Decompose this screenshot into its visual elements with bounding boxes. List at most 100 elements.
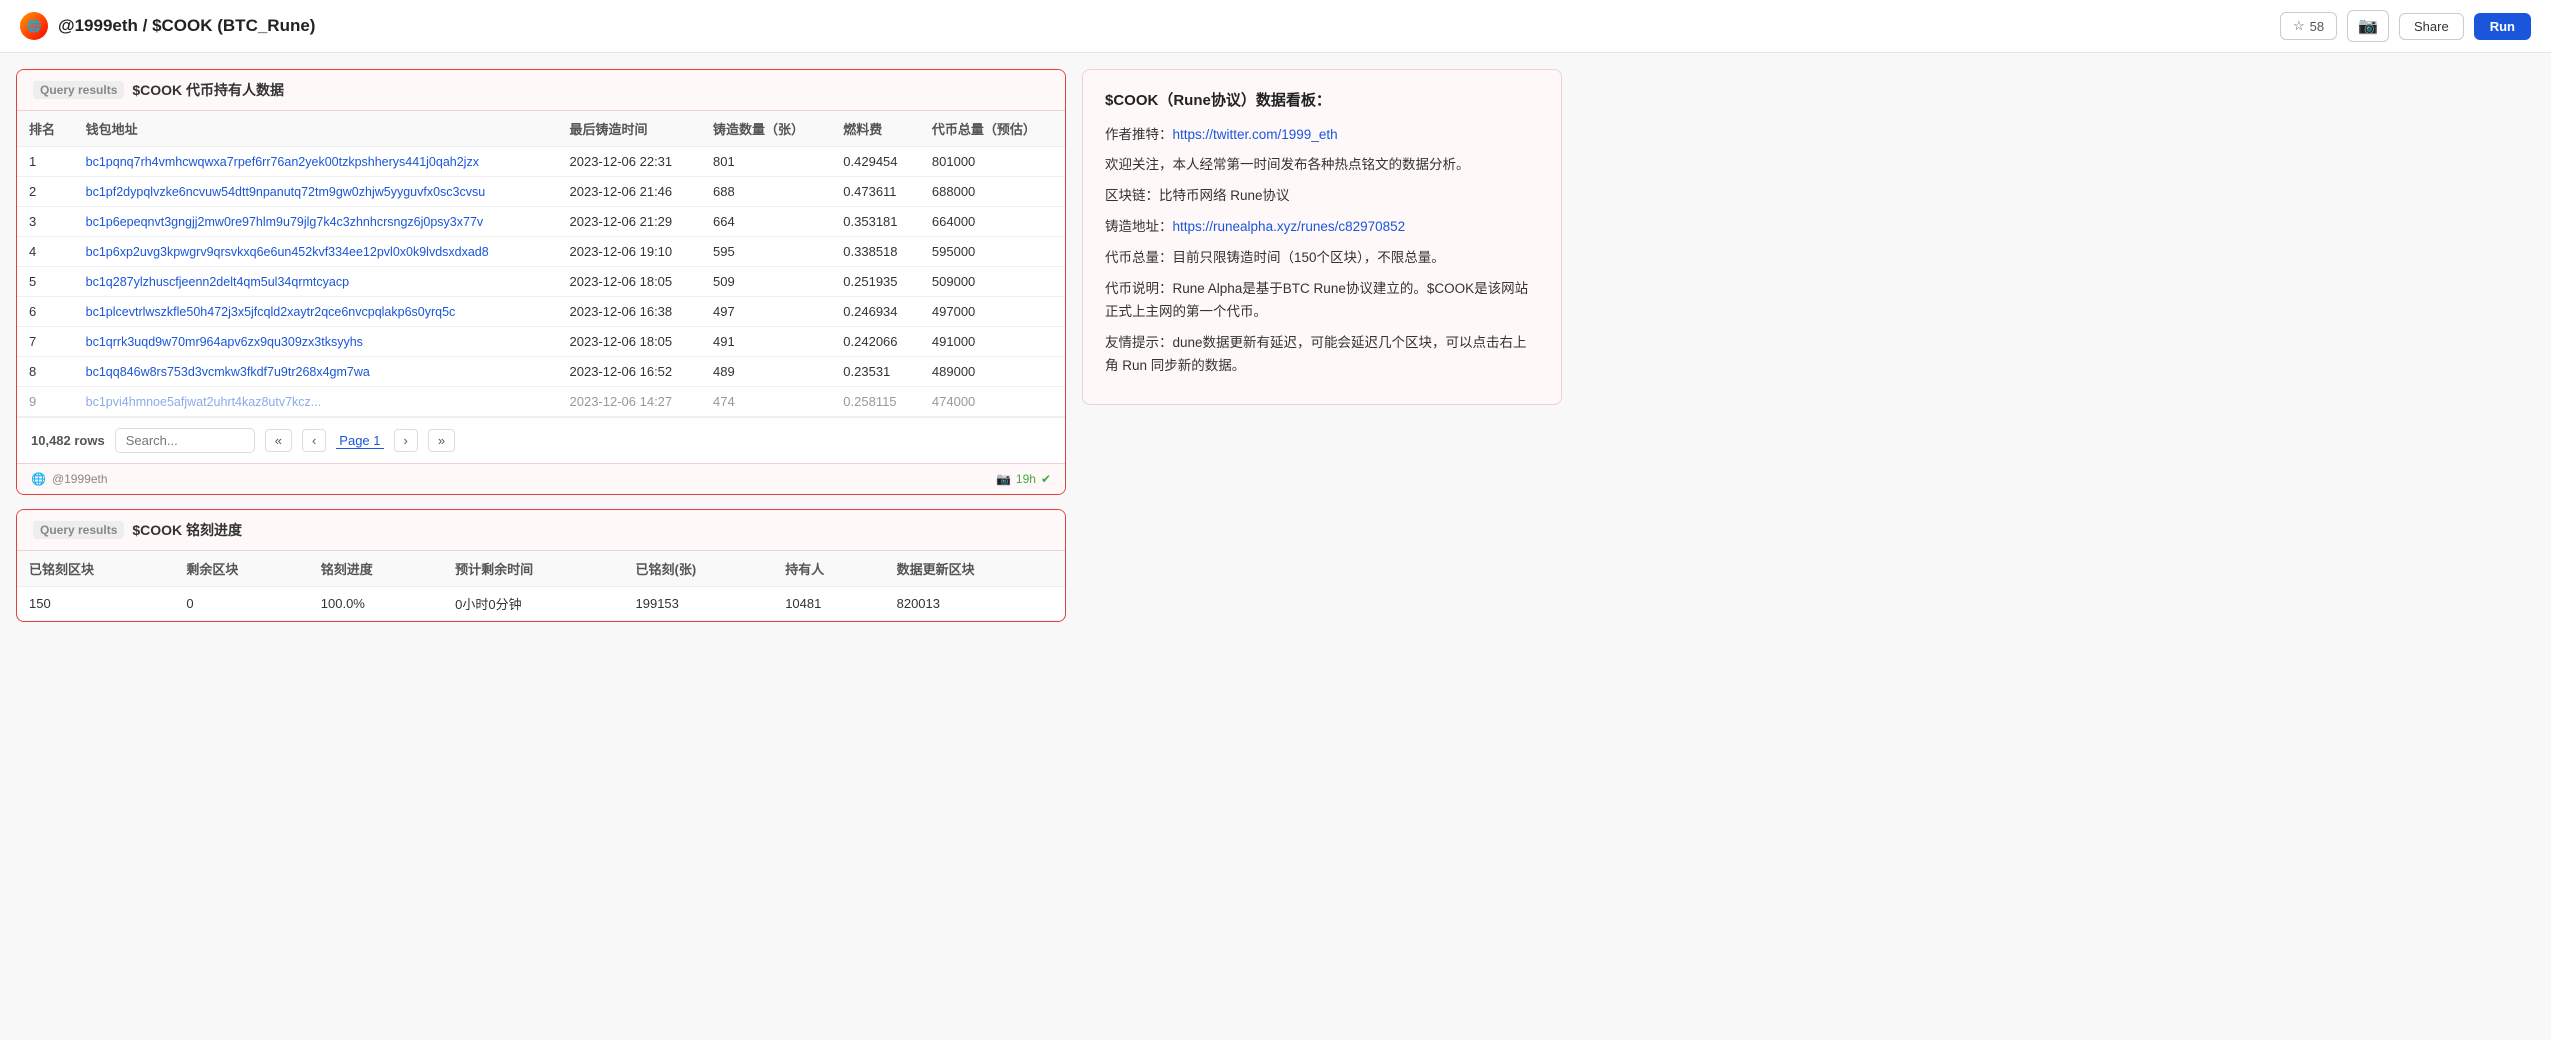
gas-cell: 0.258115 — [831, 387, 920, 417]
amount-cell: 491 — [701, 327, 831, 357]
time-cell: 2023-12-06 18:05 — [558, 327, 701, 357]
table-row: 6 bc1plcevtrlwszkfle50h472j3x5jfcqld2xay… — [17, 297, 1065, 327]
right-panel-line: 代币说明：Rune Alpha是基于BTC Rune协议建立的。$COOK是该网… — [1105, 278, 1539, 324]
time-ago: 19h — [1016, 472, 1036, 486]
wallet-cell[interactable]: bc1p6epeqnvt3gngjj2mw0re97hlm9u79jlg7k4c… — [74, 207, 558, 237]
holders-card-title: $COOK 代币持有人数据 — [132, 80, 284, 100]
wallet-link[interactable]: bc1qq846w8rs753d3vcmkw3fkdf7u9tr268x4gm7… — [86, 365, 370, 379]
right-panel-content: 作者推特：https://twitter.com/1999_eth欢迎关注，本人… — [1105, 124, 1539, 378]
wallet-cell[interactable]: bc1pqnq7rh4vmhcwqwxa7rpef6rr76an2yek00tz… — [74, 147, 558, 177]
page-label[interactable]: Page 1 — [336, 433, 383, 449]
panel-link[interactable]: https://runealpha.xyz/runes/c82970852 — [1173, 219, 1406, 234]
prev-page-button[interactable]: ‹ — [302, 429, 326, 452]
pcol-3: 铭刻进度 — [309, 551, 443, 587]
table-row: 2 bc1pf2dypqlvzke6ncvuw54dtt9npanutq72tm… — [17, 177, 1065, 207]
wallet-cell[interactable]: bc1plcevtrlwszkfle50h472j3x5jfcqld2xaytr… — [74, 297, 558, 327]
rank-cell: 5 — [17, 267, 74, 297]
col-time: 最后铸造时间 — [558, 111, 701, 147]
last-page-button[interactable]: » — [428, 429, 455, 452]
amount-cell: 595 — [701, 237, 831, 267]
left-panel: Query results $COOK 代币持有人数据 排名 钱包地址 最后铸造… — [16, 69, 1066, 622]
table-row: 1 bc1pqnq7rh4vmhcwqwxa7rpef6rr76an2yek00… — [17, 147, 1065, 177]
avatar: 🌐 — [20, 12, 48, 40]
total-cell: 688000 — [920, 177, 1065, 207]
p1-cell: 150 — [17, 587, 174, 621]
wallet-link[interactable]: bc1p6epeqnvt3gngjj2mw0re97hlm9u79jlg7k4c… — [86, 215, 484, 229]
wallet-cell[interactable]: bc1p6xp2uvg3kpwgrv9qrsvkxq6e6un452kvf334… — [74, 237, 558, 267]
time-cell: 2023-12-06 22:31 — [558, 147, 701, 177]
panel-link[interactable]: https://twitter.com/1999_eth — [1173, 127, 1338, 142]
right-panel: $COOK（Rune协议）数据看板： 作者推特：https://twitter.… — [1082, 69, 1562, 405]
wallet-cell[interactable]: bc1qq846w8rs753d3vcmkw3fkdf7u9tr268x4gm7… — [74, 357, 558, 387]
holders-table: 排名 钱包地址 最后铸造时间 铸造数量（张） 燃料费 代币总量（预估） 1 bc… — [17, 111, 1065, 417]
top-bar-left: 🌐 @1999eth / $COOK (BTC_Rune) — [20, 12, 315, 40]
holders-table-footer: 10,482 rows « ‹ Page 1 › » — [17, 417, 1065, 463]
pcol-1: 已铭刻区块 — [17, 551, 174, 587]
wallet-link[interactable]: bc1qrrk3uqd9w70mr964apv6zx9qu309zx3tksyy… — [86, 335, 363, 349]
col-total: 代币总量（预估） — [920, 111, 1065, 147]
amount-cell: 509 — [701, 267, 831, 297]
query-results-label-2: Query results — [33, 521, 124, 539]
rank-cell: 8 — [17, 357, 74, 387]
amount-cell: 497 — [701, 297, 831, 327]
table-row: 4 bc1p6xp2uvg3kpwgrv9qrsvkxq6e6un452kvf3… — [17, 237, 1065, 267]
gas-cell: 0.353181 — [831, 207, 920, 237]
amount-cell: 489 — [701, 357, 831, 387]
time-cell: 2023-12-06 14:27 — [558, 387, 701, 417]
next-page-button[interactable]: › — [394, 429, 418, 452]
rank-cell: 6 — [17, 297, 74, 327]
holders-card-meta: 🌐 @1999eth 📷 19h ✔ — [17, 463, 1065, 494]
camera-button[interactable]: 📷 — [2347, 10, 2389, 42]
col-amount: 铸造数量（张） — [701, 111, 831, 147]
camera-icon: 📷 — [2358, 18, 2378, 35]
p2-cell: 0 — [174, 587, 308, 621]
first-page-button[interactable]: « — [265, 429, 292, 452]
progress-card-title: $COOK 铭刻进度 — [132, 520, 242, 540]
top-bar-right: ☆ 58 📷 Share Run — [2280, 10, 2531, 42]
wallet-link[interactable]: bc1pvi4hmnoe5afjwat2uhrt4kaz8utv7kcz... — [86, 395, 322, 409]
star-count: 58 — [2310, 19, 2324, 34]
star-button[interactable]: ☆ 58 — [2280, 12, 2337, 40]
table-row: 7 bc1qrrk3uqd9w70mr964apv6zx9qu309zx3tks… — [17, 327, 1065, 357]
gas-cell: 0.473611 — [831, 177, 920, 207]
total-cell: 801000 — [920, 147, 1065, 177]
time-cell: 2023-12-06 16:52 — [558, 357, 701, 387]
right-panel-line: 区块链：比特币网络 Rune协议 — [1105, 185, 1539, 208]
pcol-5: 已铭刻(张) — [624, 551, 774, 587]
wallet-link[interactable]: bc1pf2dypqlvzke6ncvuw54dtt9npanutq72tm9g… — [86, 185, 486, 199]
rank-cell: 7 — [17, 327, 74, 357]
wallet-cell[interactable]: bc1pf2dypqlvzke6ncvuw54dtt9npanutq72tm9g… — [74, 177, 558, 207]
wallet-cell[interactable]: bc1pvi4hmnoe5afjwat2uhrt4kaz8utv7kcz... — [74, 387, 558, 417]
wallet-link[interactable]: bc1p6xp2uvg3kpwgrv9qrsvkxq6e6un452kvf334… — [86, 245, 489, 259]
holders-card: Query results $COOK 代币持有人数据 排名 钱包地址 最后铸造… — [16, 69, 1066, 495]
amount-cell: 688 — [701, 177, 831, 207]
search-input[interactable] — [115, 428, 255, 453]
pcol-2: 剩余区块 — [174, 551, 308, 587]
progress-card: Query results $COOK 铭刻进度 已铭刻区块 剩余区块 铭刻进度… — [16, 509, 1066, 622]
wallet-cell[interactable]: bc1qrrk3uqd9w70mr964apv6zx9qu309zx3tksyy… — [74, 327, 558, 357]
time-cell: 2023-12-06 21:46 — [558, 177, 701, 207]
author-avatar-icon: 🌐 — [31, 472, 46, 486]
col-rank: 排名 — [17, 111, 74, 147]
run-button[interactable]: Run — [2474, 13, 2531, 40]
wallet-cell[interactable]: bc1q287ylzhuscfjeenn2delt4qm5ul34qrmtcya… — [74, 267, 558, 297]
rank-cell: 1 — [17, 147, 74, 177]
total-cell: 491000 — [920, 327, 1065, 357]
amount-cell: 801 — [701, 147, 831, 177]
wallet-link[interactable]: bc1plcevtrlwszkfle50h472j3x5jfcqld2xaytr… — [86, 305, 456, 319]
progress-card-header: Query results $COOK 铭刻进度 — [17, 510, 1065, 551]
wallet-link[interactable]: bc1pqnq7rh4vmhcwqwxa7rpef6rr76an2yek00tz… — [86, 155, 479, 169]
share-button[interactable]: Share — [2399, 13, 2464, 40]
amount-cell: 474 — [701, 387, 831, 417]
gas-cell: 0.246934 — [831, 297, 920, 327]
meta-author: 🌐 @1999eth — [31, 472, 108, 486]
wallet-link[interactable]: bc1q287ylzhuscfjeenn2delt4qm5ul34qrmtcya… — [86, 275, 349, 289]
gas-cell: 0.23531 — [831, 357, 920, 387]
table-row: 5 bc1q287ylzhuscfjeenn2delt4qm5ul34qrmtc… — [17, 267, 1065, 297]
progress-table: 已铭刻区块 剩余区块 铭刻进度 预计剩余时间 已铭刻(张) 持有人 数据更新区块… — [17, 551, 1065, 621]
rows-count: 10,482 rows — [31, 433, 105, 448]
time-cell: 2023-12-06 19:10 — [558, 237, 701, 267]
total-cell: 489000 — [920, 357, 1065, 387]
verified-icon: ✔ — [1041, 472, 1051, 486]
query-results-label: Query results — [33, 81, 124, 99]
